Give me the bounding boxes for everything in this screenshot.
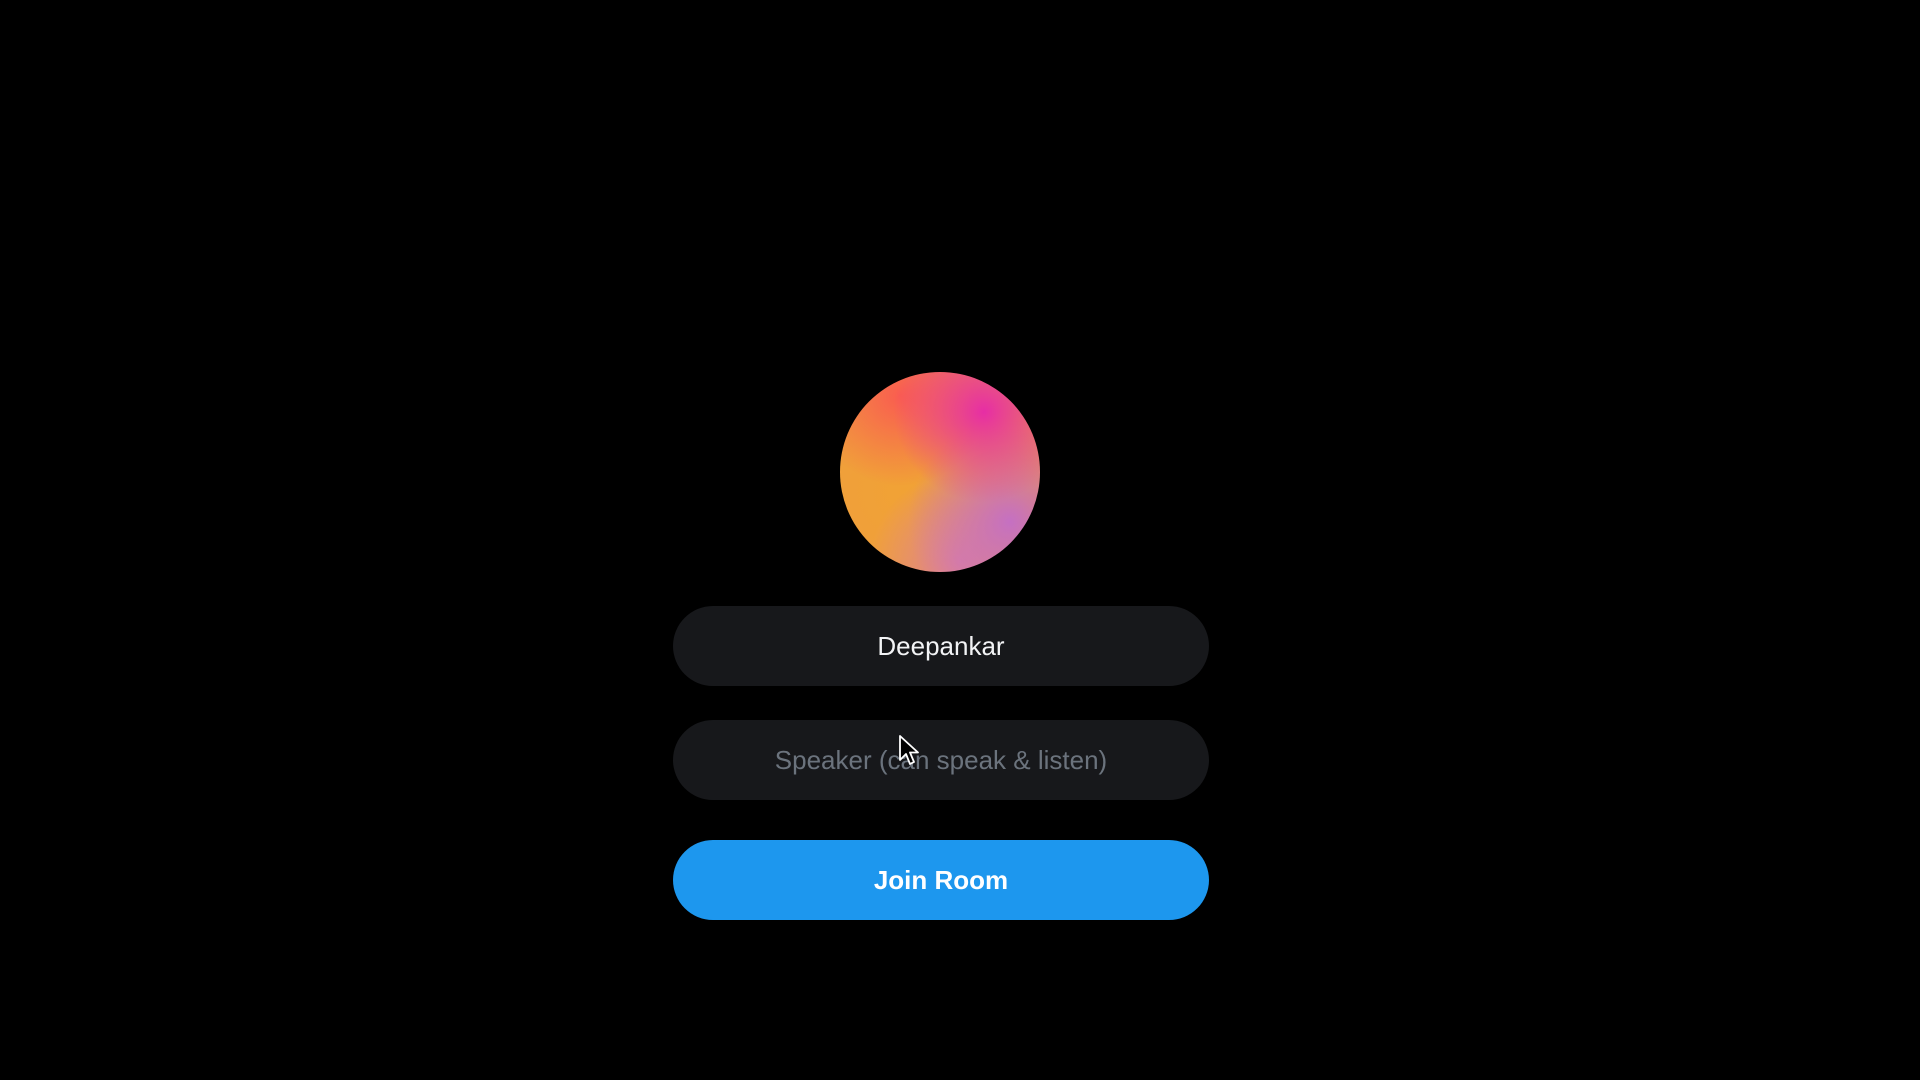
name-field[interactable]: Deepankar [673,606,1209,686]
role-select[interactable]: Speaker (can speak & listen) [673,720,1209,800]
join-room-label: Join Room [873,864,1009,895]
role-placeholder: Speaker (can speak & listen) [774,744,1108,775]
name-value: Deepankar [877,630,1005,661]
mouse-cursor-icon [899,735,919,765]
avatar [840,372,1040,572]
join-room-button[interactable]: Join Room [673,840,1209,920]
join-room-screen: Deepankar Speaker (can speak & listen) J… [0,0,1920,1080]
